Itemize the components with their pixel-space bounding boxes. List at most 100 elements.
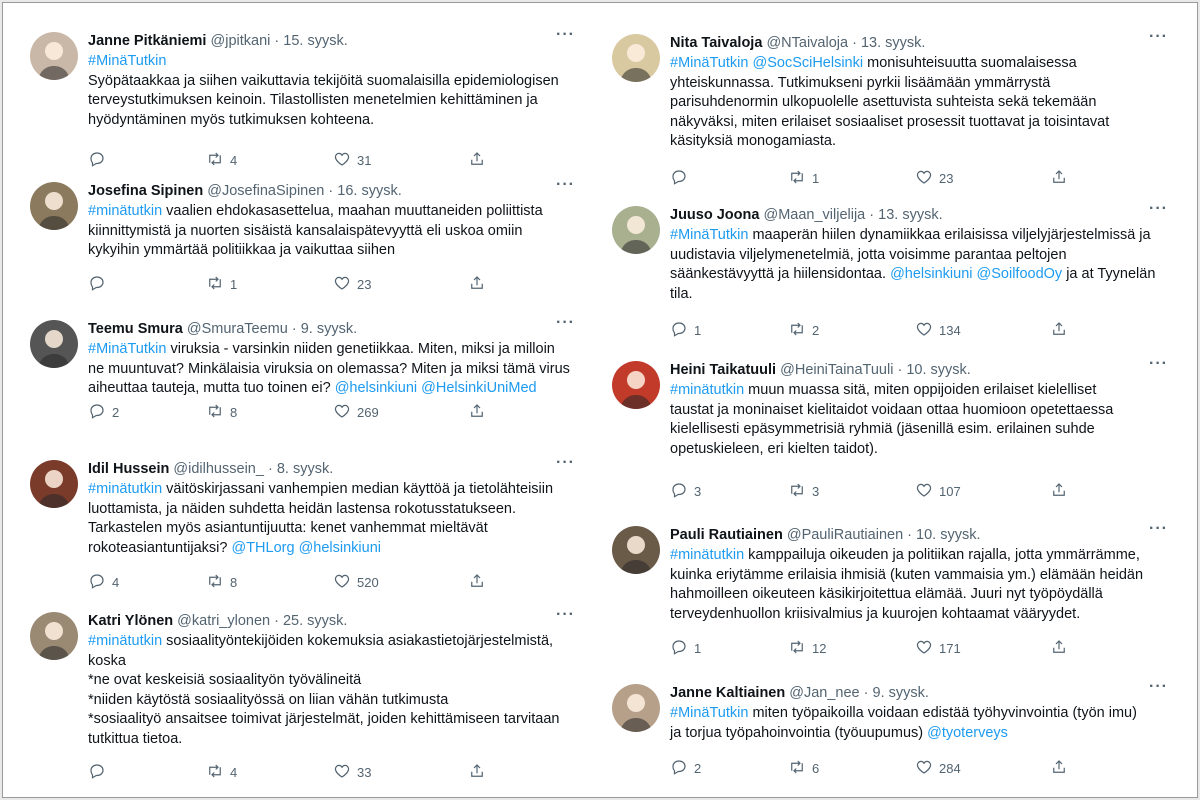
author-name[interactable]: Janne Kaltiainen <box>670 685 785 701</box>
reply-button[interactable]: 4 <box>88 572 119 592</box>
author-name[interactable]: Heini Taikatuuli <box>670 362 776 378</box>
tweet-link[interactable]: #minätutkin <box>670 547 744 563</box>
tweet-card[interactable]: Idil Hussein @idilhussein_ · 8. syysk. ··… <box>30 454 575 596</box>
more-options-icon[interactable]: ··· <box>1149 678 1168 696</box>
author-handle[interactable]: @PauliRautiainen <box>787 527 903 543</box>
tweet-date[interactable]: 13. syysk. <box>861 35 925 51</box>
share-button[interactable] <box>1050 168 1068 188</box>
tweet-link[interactable]: @tyoterveys <box>927 725 1008 741</box>
tweet-link[interactable]: #MinäTutkin <box>670 55 748 71</box>
avatar[interactable] <box>30 612 78 660</box>
reply-button[interactable] <box>88 150 112 170</box>
like-button[interactable]: 33 <box>333 762 371 782</box>
like-button[interactable]: 134 <box>915 320 961 340</box>
author-name[interactable]: Teemu Smura <box>88 321 183 337</box>
reply-button[interactable]: 2 <box>670 758 701 778</box>
avatar[interactable] <box>30 320 78 368</box>
avatar[interactable] <box>30 182 78 230</box>
tweet-card[interactable]: Juuso Joona @Maan_viljelija · 13. syysk.… <box>612 200 1168 344</box>
tweet-card[interactable]: Josefina Sipinen @JosefinaSipinen · 16. … <box>30 176 575 298</box>
tweet-link[interactable]: @helsinkiuni @HelsinkiUniMed <box>335 380 537 396</box>
author-name[interactable]: Idil Hussein <box>88 461 169 477</box>
reply-button[interactable] <box>88 762 112 782</box>
avatar[interactable] <box>612 206 660 254</box>
author-handle[interactable]: @jpitkani <box>211 33 271 49</box>
more-options-icon[interactable]: ··· <box>556 606 575 624</box>
more-options-icon[interactable]: ··· <box>556 454 575 472</box>
author-handle[interactable]: @JosefinaSipinen <box>207 183 324 199</box>
tweet-date[interactable]: 15. syysk. <box>283 33 347 49</box>
author-name[interactable]: Katri Ylönen <box>88 613 173 629</box>
retweet-button[interactable]: 2 <box>788 320 819 340</box>
tweet-link[interactable]: #minätutkin <box>670 382 744 398</box>
tweet-card[interactable]: Katri Ylönen @katri_ylonen · 25. syysk. ·… <box>30 606 575 786</box>
like-button[interactable]: 23 <box>333 274 371 294</box>
tweet-link[interactable]: #MinäTutkin <box>670 705 748 721</box>
like-button[interactable]: 31 <box>333 150 371 170</box>
more-options-icon[interactable]: ··· <box>1149 355 1168 373</box>
tweet-link[interactable]: @THLorg @helsinkiuni <box>231 540 381 556</box>
more-options-icon[interactable]: ··· <box>1149 200 1168 218</box>
retweet-button[interactable]: 6 <box>788 758 819 778</box>
retweet-button[interactable]: 4 <box>206 762 237 782</box>
reply-button[interactable]: 1 <box>670 320 701 340</box>
like-button[interactable]: 269 <box>333 402 379 422</box>
like-button[interactable]: 284 <box>915 758 961 778</box>
tweet-card[interactable]: Nita Taivaloja @NTaivaloja · 13. syysk. ·… <box>612 28 1168 192</box>
retweet-button[interactable]: 1 <box>206 274 237 294</box>
retweet-button[interactable]: 1 <box>788 168 819 188</box>
reply-button[interactable]: 1 <box>670 638 701 658</box>
author-handle[interactable]: @Maan_viljelija <box>763 207 865 223</box>
more-options-icon[interactable]: ··· <box>556 176 575 194</box>
reply-button[interactable] <box>88 274 112 294</box>
avatar[interactable] <box>612 34 660 82</box>
tweet-card[interactable]: Heini Taikatuuli @HeiniTainaTuuli · 10. … <box>612 355 1168 505</box>
author-name[interactable]: Janne Pitkäniemi <box>88 33 206 49</box>
more-options-icon[interactable]: ··· <box>556 26 575 44</box>
author-handle[interactable]: @NTaivaloja <box>766 35 848 51</box>
retweet-button[interactable]: 8 <box>206 572 237 592</box>
author-name[interactable]: Juuso Joona <box>670 207 759 223</box>
tweet-date[interactable]: 9. syysk. <box>873 685 929 701</box>
like-button[interactable]: 107 <box>915 481 961 501</box>
tweet-card[interactable]: Pauli Rautiainen @PauliRautiainen · 10. … <box>612 520 1168 662</box>
tweet-card[interactable]: Teemu Smura @SmuraTeemu · 9. syysk. ··· #M… <box>30 314 575 426</box>
more-options-icon[interactable]: ··· <box>556 314 575 332</box>
like-button[interactable]: 171 <box>915 638 961 658</box>
retweet-button[interactable]: 4 <box>206 150 237 170</box>
retweet-button[interactable]: 12 <box>788 638 826 658</box>
author-name[interactable]: Pauli Rautiainen <box>670 527 783 543</box>
retweet-button[interactable]: 3 <box>788 481 819 501</box>
tweet-link[interactable]: #MinäTutkin <box>670 227 748 243</box>
tweet-date[interactable]: 10. syysk. <box>916 527 980 543</box>
tweet-card[interactable]: Janne Kaltiainen @Jan_nee · 9. syysk. ···… <box>612 678 1168 782</box>
more-options-icon[interactable]: ··· <box>1149 520 1168 538</box>
author-handle[interactable]: @SmuraTeemu <box>187 321 288 337</box>
avatar[interactable] <box>30 32 78 80</box>
reply-button[interactable]: 2 <box>88 402 119 422</box>
tweet-link[interactable]: #MinäTutkin <box>88 53 166 69</box>
tweet-date[interactable]: 9. syysk. <box>301 321 357 337</box>
author-name[interactable]: Nita Taivaloja <box>670 35 762 51</box>
tweet-date[interactable]: 16. syysk. <box>337 183 401 199</box>
tweet-link[interactable]: #minätutkin <box>88 481 162 497</box>
tweet-card[interactable]: Janne Pitkäniemi @jpitkani · 15. syysk. ·… <box>30 26 575 174</box>
share-button[interactable] <box>1050 638 1068 658</box>
share-button[interactable] <box>1050 481 1068 501</box>
avatar[interactable] <box>612 684 660 732</box>
author-handle[interactable]: @HeiniTainaTuuli <box>780 362 893 378</box>
tweet-link[interactable]: #MinäTutkin <box>88 341 166 357</box>
share-button[interactable] <box>468 762 486 782</box>
tweet-date[interactable]: 25. syysk. <box>283 613 347 629</box>
avatar[interactable] <box>612 361 660 409</box>
reply-button[interactable] <box>670 168 694 188</box>
tweet-link[interactable]: #minätutkin <box>88 633 162 649</box>
share-button[interactable] <box>468 150 486 170</box>
share-button[interactable] <box>468 274 486 294</box>
tweet-date[interactable]: 13. syysk. <box>878 207 942 223</box>
retweet-button[interactable]: 8 <box>206 402 237 422</box>
tweet-date[interactable]: 8. syysk. <box>277 461 333 477</box>
author-handle[interactable]: @katri_ylonen <box>177 613 270 629</box>
tweet-date[interactable]: 10. syysk. <box>906 362 970 378</box>
like-button[interactable]: 520 <box>333 572 379 592</box>
